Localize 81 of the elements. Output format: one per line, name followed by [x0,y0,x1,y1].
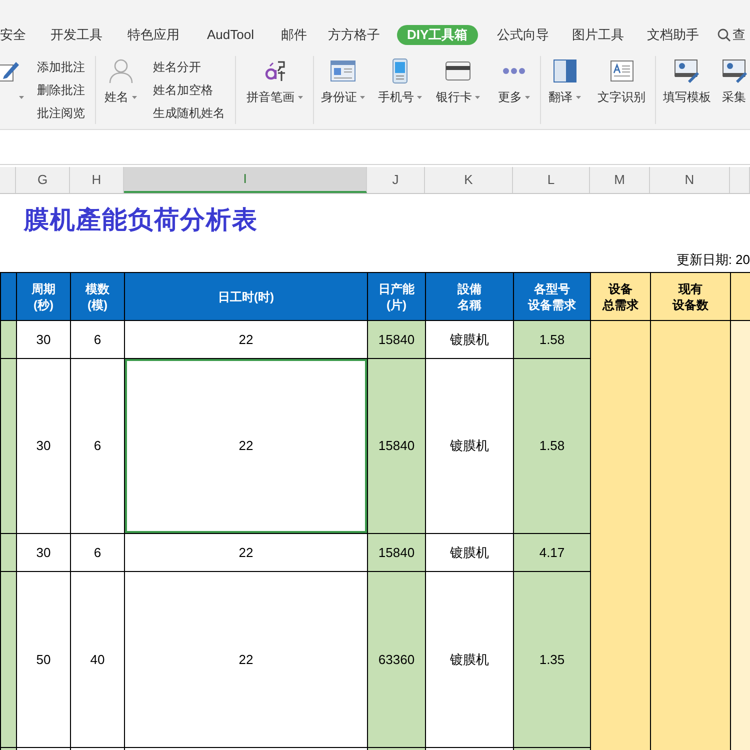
table-cell[interactable]: 镀膜机 [426,358,514,534]
column-heading: 各型号设备需求 [514,272,590,320]
column-heading: 现有设备数 [650,272,730,320]
table-cell[interactable]: 4.17 [514,534,590,572]
ribbon-menu-item[interactable]: 生成随机姓名 [153,104,235,122]
table-cell[interactable]: 镀膜机 [426,320,514,358]
ribbon-menu-item[interactable]: 添加批注 [37,58,95,76]
ribbon-button[interactable]: 填写模板 [656,56,718,106]
table-cell[interactable]: 22 [124,534,368,572]
table-cell[interactable]: 1.58 [514,320,590,358]
ribbon-menu-item[interactable]: 删除批注 [37,81,95,99]
column-header[interactable]: N [650,167,730,193]
document-icon [610,60,634,82]
table-cell[interactable]: 22 [124,320,368,358]
id-card-icon [330,60,356,82]
column-header[interactable]: J [367,167,425,193]
ribbon-button[interactable]: 姓名 [96,56,145,106]
column-heading: 日产能(片) [368,272,426,320]
header-cell [730,272,750,320]
more-icon [502,67,526,75]
table-cell[interactable]: 镀膜机 [426,534,514,572]
ribbon-button[interactable]: 采集 [718,56,750,106]
table-cell[interactable]: 30 [16,320,70,358]
ribbon-tab[interactable]: 特色应用 [128,25,180,45]
ribbon-tab[interactable]: 公式向导 [497,25,550,45]
ribbon-button[interactable]: 翻译 [541,56,588,106]
ribbon-tab[interactable]: 开发工具 [50,25,102,45]
ribbon-button[interactable]: 手机号 [372,56,428,106]
table-cell[interactable]: 镀膜机 [426,572,514,748]
ribbon-tab[interactable]: 安全 [0,25,26,45]
column-header[interactable]: M [590,167,650,193]
ribbon-tab[interactable]: 方方格子 [328,25,380,45]
column-heading: 日工时(时) [124,272,368,320]
table-cell[interactable]: 30 [16,534,70,572]
table-cell[interactable]: 30 [16,358,70,534]
table-cell[interactable]: 22 [124,358,368,534]
table-cell[interactable]: 15840 [368,358,426,534]
ribbon-button[interactable]: 银行卡 [428,56,488,106]
table-cell [0,320,16,358]
ribbon-tab[interactable]: 图片工具 [572,25,624,45]
column-heading: 設備名稱 [426,272,514,320]
ribbon-button[interactable]: 文字识别 [588,56,655,106]
table-cell[interactable]: 50 [16,572,70,748]
column-header[interactable]: L [513,167,590,193]
column-heading: 设备总需求 [590,272,650,320]
table-cell[interactable]: 6 [70,358,124,534]
table-cell[interactable]: 15840 [368,320,426,358]
table-cell [0,534,16,572]
table-cell[interactable]: 40 [70,572,124,748]
table-cell[interactable]: 15840 [368,534,426,572]
ribbon-tab[interactable]: 邮件 [281,25,307,45]
form-icon [674,59,700,83]
ribbon-menu-item[interactable]: 批注阅览 [37,104,95,122]
ribbon-button[interactable]: 更多 [488,56,540,106]
update-date: 更新日期: 20 [676,250,750,269]
table-cell[interactable]: 1.58 [514,358,590,534]
column-header[interactable]: K [425,167,513,193]
person-icon [108,58,134,84]
ribbon-tab[interactable]: AudTool [207,25,254,45]
card-icon [445,61,471,81]
column-header[interactable]: G [16,167,70,193]
search-icon [716,28,731,42]
sheet-title: 膜机產能负荷分析表 [24,206,258,236]
letters-icon [262,59,286,83]
column-heading: 模数(模) [70,272,124,320]
panel-icon [552,59,576,83]
ribbon-menu-item[interactable]: 姓名分开 [153,58,235,76]
table-cell[interactable]: 6 [70,320,124,358]
ribbon-button[interactable]: 身份证 [314,56,372,106]
table-cell[interactable]: 22 [124,572,368,748]
ribbon-button[interactable]: 拼音笔画 [236,56,313,106]
header-cell [0,272,16,320]
column-header[interactable]: I [124,167,367,193]
column-heading: 周期(秒) [16,272,70,320]
ribbon-menu-item[interactable]: 姓名加空格 [153,81,235,99]
ribbon-tab[interactable]: 文档助手 [647,25,700,45]
table-cell[interactable]: 6 [70,534,124,572]
table-cell[interactable]: 63360 [368,572,426,748]
phone-icon [392,58,408,84]
search-button[interactable]: 查 [716,25,746,45]
table-cell[interactable]: 1.35 [514,572,590,748]
